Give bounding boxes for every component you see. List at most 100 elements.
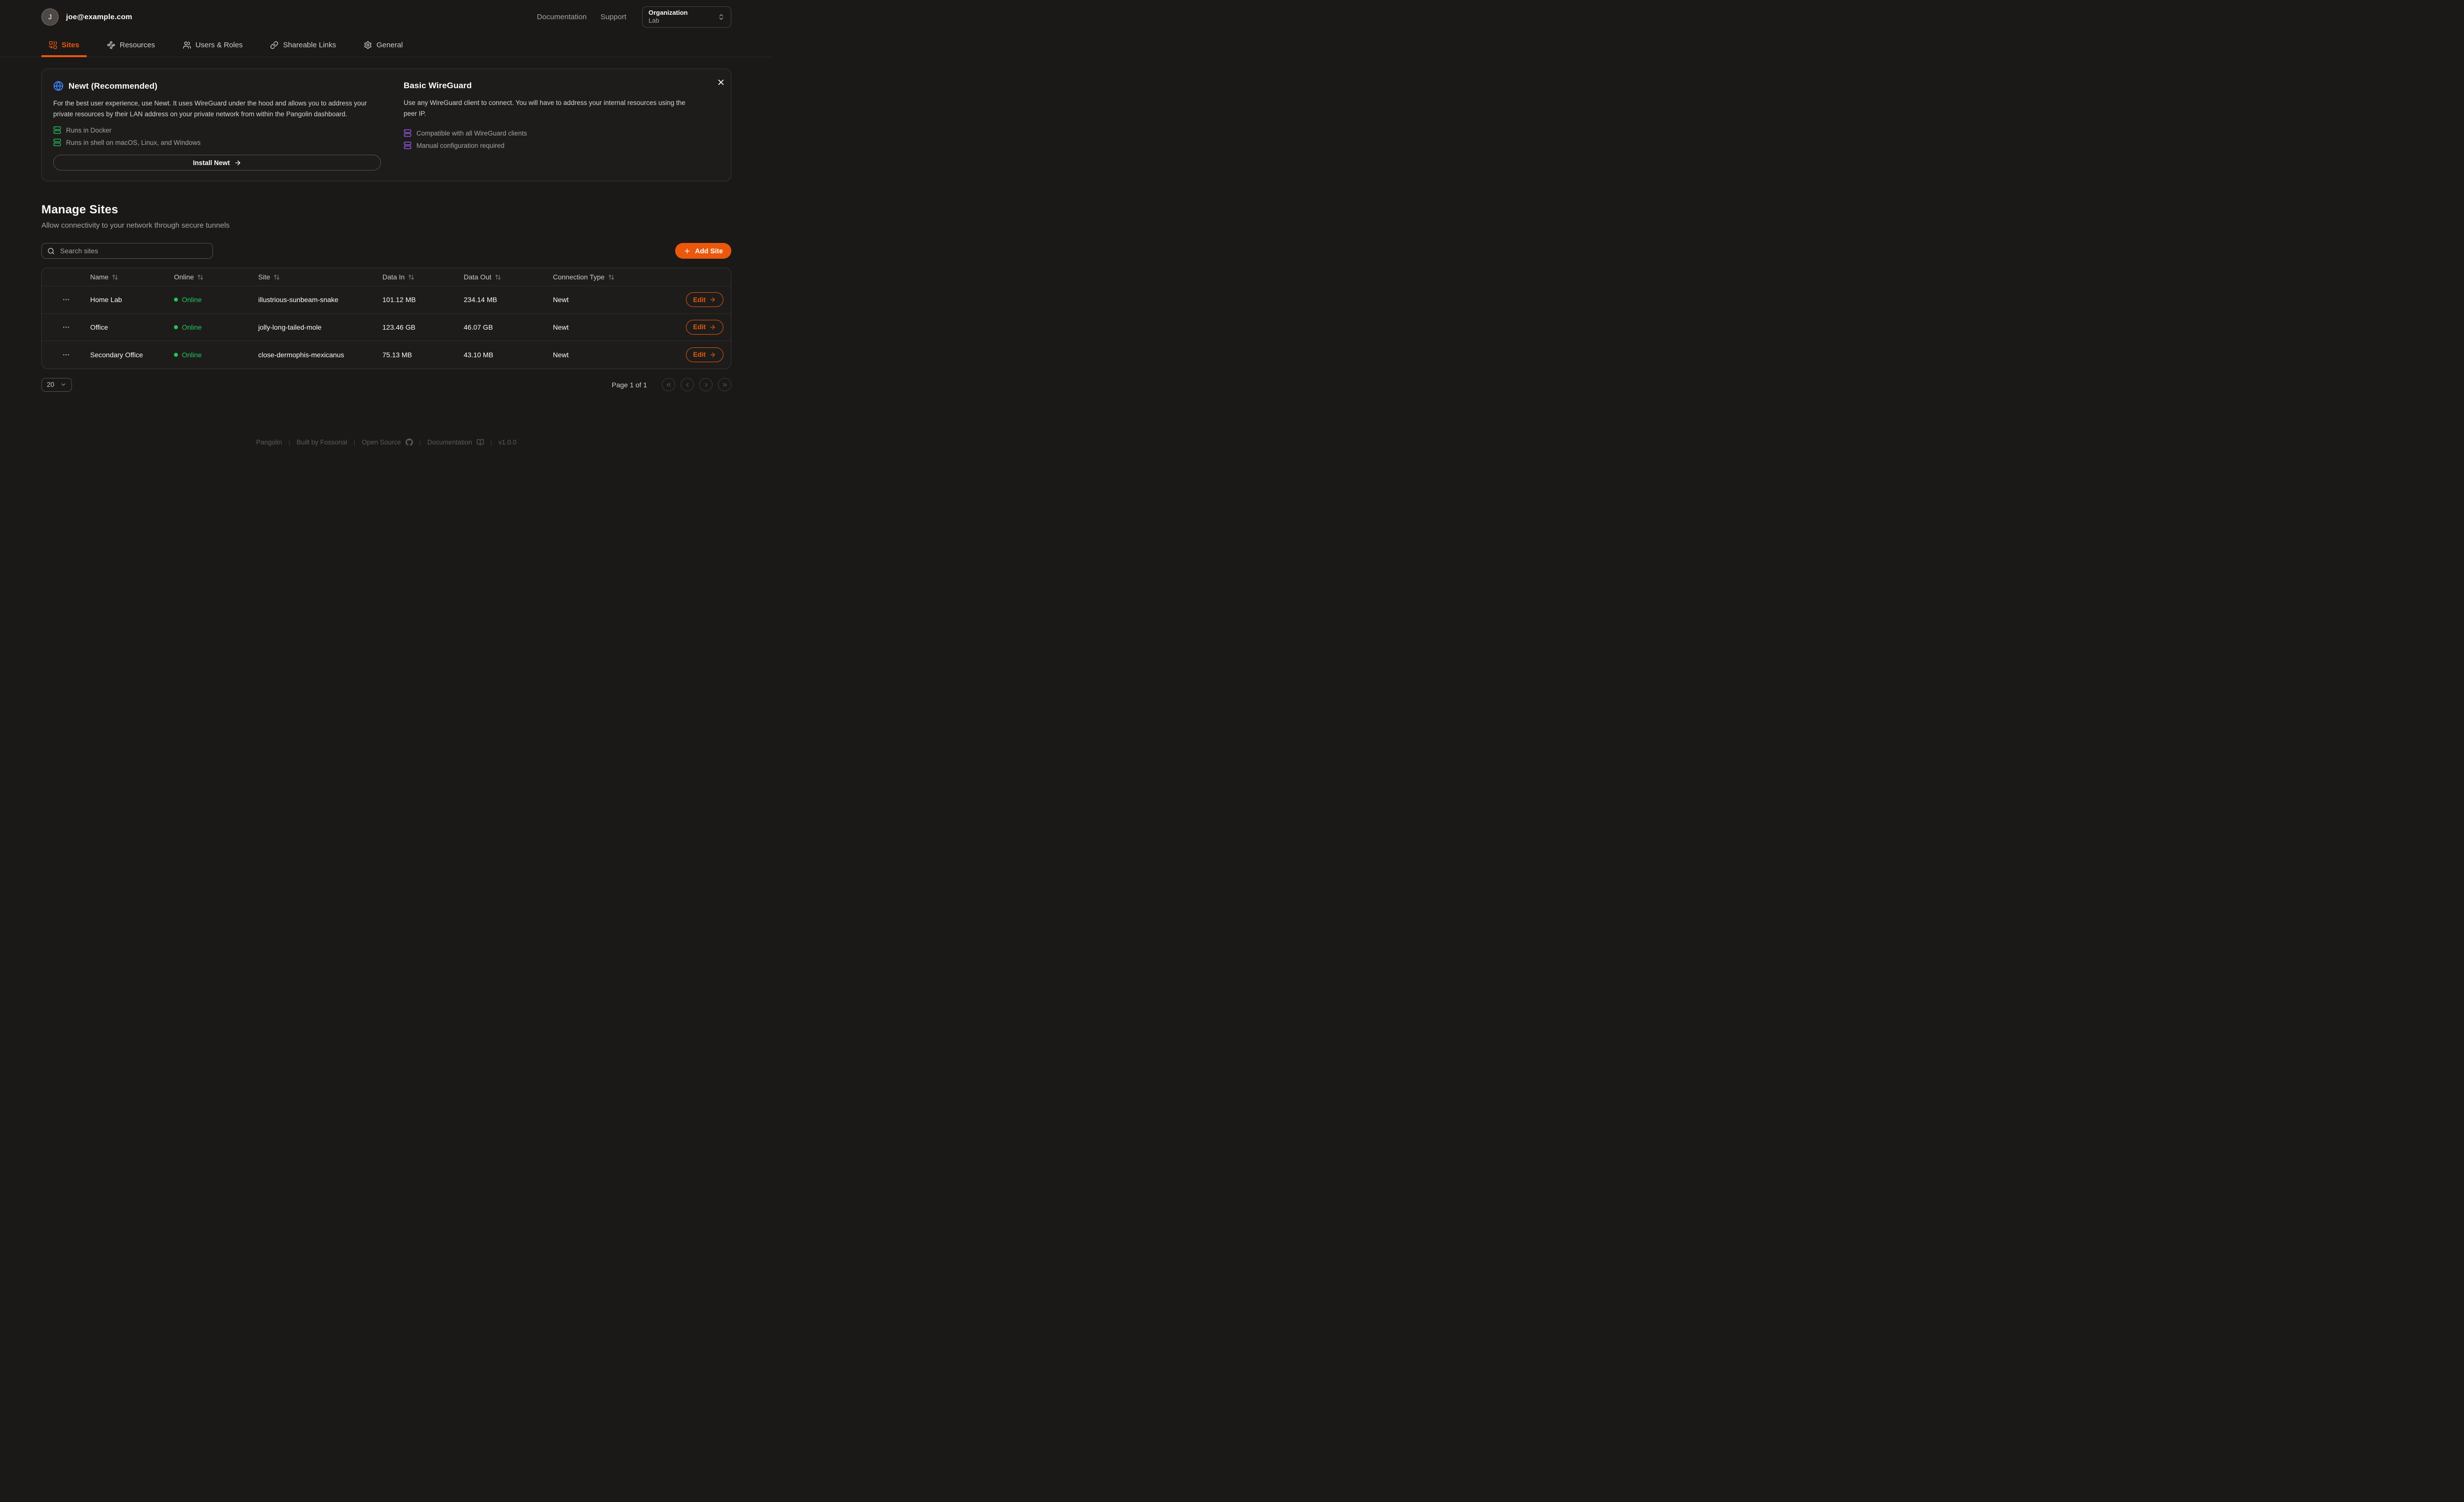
waypoints-icon (107, 41, 115, 49)
footer-documentation[interactable]: Documentation (427, 439, 484, 446)
footer-version: v1.0.0 (499, 439, 517, 446)
edit-button[interactable]: Edit (686, 292, 724, 307)
edit-button[interactable]: Edit (686, 320, 724, 335)
footer-open-source[interactable]: Open Source (362, 439, 413, 446)
tab-users-roles[interactable]: Users & Roles (175, 34, 250, 57)
column-label: Data In (382, 273, 405, 281)
row-menu-icon[interactable] (60, 349, 72, 361)
wireguard-title: Basic WireGuard (404, 81, 472, 91)
connection-type-value: Newt (553, 323, 677, 331)
server-icon (404, 141, 411, 149)
chevron-left-icon (684, 381, 691, 388)
next-page-button[interactable] (699, 378, 713, 391)
tab-shareable-links-label: Shareable Links (283, 41, 336, 49)
data-in-value: 75.13 MB (382, 351, 464, 359)
tab-general-label: General (376, 41, 403, 49)
column-header-name[interactable]: Name (90, 273, 174, 281)
wireguard-column: Basic WireGuard Use any WireGuard client… (404, 81, 699, 171)
column-header-site[interactable]: Site (258, 273, 382, 281)
top-nav: Documentation Support Organization Lab (537, 6, 731, 28)
close-icon[interactable] (714, 77, 722, 86)
tab-resources-label: Resources (120, 41, 155, 49)
tab-users-roles-label: Users & Roles (196, 41, 243, 49)
organization-value: Lab (649, 17, 687, 25)
server-icon (53, 138, 61, 146)
status-badge: Online (174, 351, 258, 359)
server-icon (404, 129, 411, 137)
sort-icon (112, 274, 118, 280)
arrow-right-icon (234, 159, 241, 167)
newt-description: For the best user experience, use Newt. … (53, 98, 381, 119)
footer-brand: Pangolin (256, 439, 282, 446)
status-dot (174, 353, 178, 357)
arrow-right-icon (709, 296, 716, 303)
top-bar: J joe@example.com Documentation Support … (41, 0, 731, 34)
tab-shareable-links[interactable]: Shareable Links (263, 34, 343, 57)
status-label: Online (182, 323, 202, 331)
last-page-button[interactable] (718, 378, 731, 391)
search-box (41, 243, 213, 259)
search-input[interactable] (59, 246, 207, 255)
column-header-data-in[interactable]: Data In (382, 273, 464, 281)
organization-label: Organization (649, 9, 687, 17)
status-badge: Online (174, 296, 258, 304)
newt-title: Newt (Recommended) (68, 81, 157, 91)
site-name: Office (90, 323, 174, 331)
column-header-data-out[interactable]: Data Out (464, 273, 553, 281)
row-menu-icon[interactable] (60, 321, 72, 333)
edit-label: Edit (693, 323, 706, 331)
connection-methods-banner: Newt (Recommended) For the best user exp… (41, 68, 731, 181)
column-label: Name (90, 273, 108, 281)
sort-icon (495, 274, 501, 280)
page-subtitle: Allow connectivity to your network throu… (41, 221, 731, 230)
connection-type-value: Newt (553, 351, 677, 359)
wireguard-feature-label: Manual configuration required (416, 142, 505, 149)
status-dot (174, 298, 178, 302)
status-badge: Online (174, 323, 258, 331)
install-newt-button[interactable]: Install Newt (53, 155, 381, 171)
nav-support[interactable]: Support (600, 13, 626, 21)
column-header-connection-type[interactable]: Connection Type (553, 273, 677, 281)
book-open-icon (477, 439, 484, 446)
add-site-button[interactable]: Add Site (675, 243, 731, 259)
column-header-online[interactable]: Online (174, 273, 258, 281)
newt-feature-label: Runs in Docker (66, 127, 111, 134)
row-menu-icon[interactable] (60, 294, 72, 306)
edit-label: Edit (693, 351, 706, 358)
table-row: Home Lab Online illustrious-sunbeam-snak… (42, 286, 731, 314)
status-dot (174, 325, 178, 329)
data-in-value: 123.46 GB (382, 323, 464, 331)
edit-button[interactable]: Edit (686, 347, 724, 362)
site-slug: jolly-long-tailed-mole (258, 323, 382, 331)
page-info: Page 1 of 1 (612, 381, 647, 389)
plus-icon (684, 247, 691, 255)
footer-open-source-label: Open Source (362, 439, 401, 446)
wireguard-feature-label: Compatible with all WireGuard clients (416, 130, 527, 137)
user-info: J joe@example.com (41, 8, 132, 26)
sort-icon (608, 274, 615, 280)
tab-sites[interactable]: Sites (41, 34, 87, 57)
tab-general[interactable]: General (356, 34, 410, 57)
first-page-button[interactable] (662, 378, 675, 391)
avatar[interactable]: J (41, 8, 59, 26)
footer-separator: | (419, 439, 421, 446)
column-label: Connection Type (553, 273, 605, 281)
arrow-right-icon (709, 324, 716, 331)
chevrons-up-down-icon (718, 13, 725, 21)
page-size-select[interactable]: 20 (41, 378, 72, 392)
status-label: Online (182, 351, 202, 359)
chevron-right-icon (703, 381, 710, 388)
previous-page-button[interactable] (681, 378, 694, 391)
tab-bar: Sites Resources Users & Roles Shareable … (0, 34, 773, 57)
tab-resources[interactable]: Resources (100, 34, 163, 57)
nav-documentation[interactable]: Documentation (537, 13, 587, 21)
organization-selector[interactable]: Organization Lab (642, 6, 731, 28)
data-out-value: 46.07 GB (464, 323, 553, 331)
main-content: Newt (Recommended) For the best user exp… (41, 57, 731, 392)
site-name: Secondary Office (90, 351, 174, 359)
footer-built-by[interactable]: Built by Fossorial (297, 439, 347, 446)
data-out-value: 43.10 MB (464, 351, 553, 359)
connection-type-value: Newt (553, 296, 677, 304)
column-label: Site (258, 273, 270, 281)
sort-icon (408, 274, 414, 280)
